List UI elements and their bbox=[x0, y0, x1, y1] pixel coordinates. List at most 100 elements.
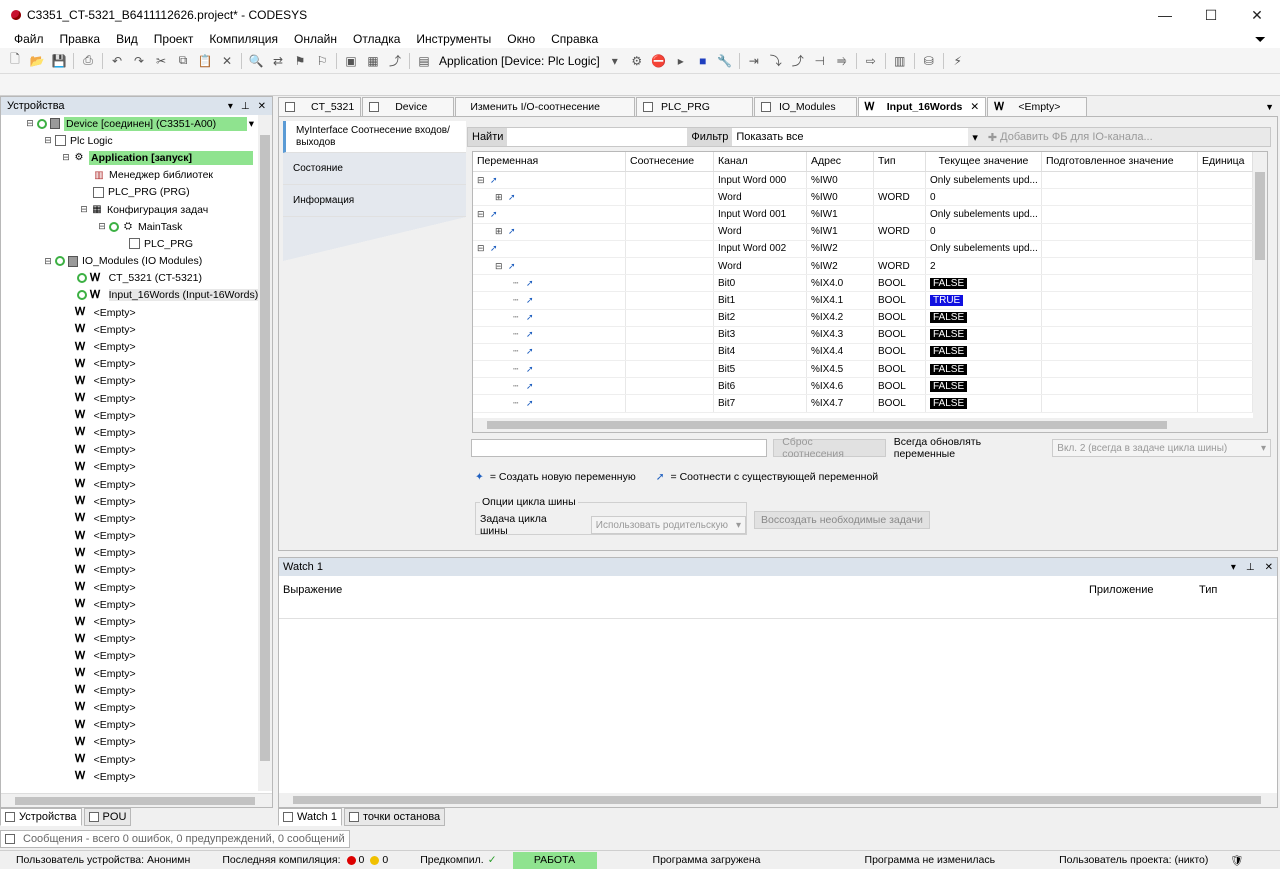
tree-item-empty-slot[interactable]: Ꮃ <Empty> bbox=[1, 717, 272, 734]
maximize-button[interactable]: ☐ bbox=[1188, 0, 1234, 30]
redo-icon[interactable]: ↷ bbox=[130, 52, 148, 70]
table-row[interactable]: ┄ ➚ Bit4 %IX4.4 BOOL FALSE bbox=[473, 343, 1267, 362]
panel-close-icon[interactable]: ✕ bbox=[258, 101, 266, 112]
new-file-icon[interactable]: 🗋 bbox=[6, 52, 24, 70]
run-to-cursor-icon[interactable]: ⥤ bbox=[833, 52, 851, 70]
col-type[interactable]: Тип bbox=[874, 152, 926, 171]
undo-icon[interactable]: ↶ bbox=[108, 52, 126, 70]
add-fb-button[interactable]: ✚ Добавить ФБ для IO-канала... bbox=[982, 131, 1159, 144]
table-row[interactable]: ⊞ ➚ Word %IW1 WORD 0 bbox=[473, 223, 1267, 241]
mapping-cell[interactable] bbox=[626, 395, 714, 412]
force-icon[interactable]: ▥ bbox=[891, 52, 909, 70]
filter-select[interactable]: Показать все bbox=[732, 128, 969, 146]
table-row[interactable]: ┄ ➚ Bit0 %IX4.0 BOOL FALSE bbox=[473, 275, 1267, 293]
tab-devices[interactable]: Устройства bbox=[0, 808, 82, 826]
prepared-value-cell[interactable] bbox=[1042, 361, 1198, 378]
expand-icon[interactable]: ⊞ bbox=[495, 226, 505, 237]
pin-icon[interactable]: ⊥ bbox=[241, 101, 250, 112]
grid-vertical-scrollbar[interactable] bbox=[1253, 152, 1267, 418]
minimize-button[interactable]: — bbox=[1142, 0, 1188, 30]
tree-item-empty-slot[interactable]: Ꮃ <Empty> bbox=[1, 613, 272, 630]
table-row[interactable]: ┄ ➚ Bit1 %IX4.1 BOOL TRUE bbox=[473, 292, 1267, 310]
cut-icon[interactable]: ✂ bbox=[152, 52, 170, 70]
replace-icon[interactable]: ⇄ bbox=[269, 52, 287, 70]
collapse-icon[interactable]: ⊟ bbox=[495, 261, 505, 272]
menu-tools[interactable]: Инструменты bbox=[408, 32, 499, 46]
prepared-value-cell[interactable] bbox=[1042, 395, 1198, 412]
tree-item-empty-slot[interactable]: Ꮃ <Empty> bbox=[1, 596, 272, 613]
side-nav-information[interactable]: Информация bbox=[283, 185, 466, 217]
table-row[interactable]: ┄ ➚ Bit6 %IX4.6 BOOL FALSE bbox=[473, 378, 1267, 396]
variable-cell[interactable]: ┄ ➚ bbox=[473, 292, 626, 309]
export-icon[interactable]: ⤴ bbox=[386, 52, 404, 70]
tab-plc-prg[interactable]: PLC_PRG bbox=[635, 97, 753, 116]
collapse-icon[interactable]: ⊟ bbox=[43, 135, 53, 146]
tree-item-application[interactable]: ⊟ ⚙ Application [запуск] bbox=[1, 149, 272, 166]
side-nav-status[interactable]: Состояние bbox=[283, 153, 466, 185]
panel-menu-icon[interactable]: ▾ bbox=[1231, 562, 1236, 573]
tree-item-empty-slot[interactable]: Ꮃ <Empty> bbox=[1, 528, 272, 545]
prepared-value-cell[interactable] bbox=[1042, 240, 1198, 257]
scrollbar-thumb[interactable] bbox=[260, 135, 270, 761]
mapping-cell[interactable] bbox=[626, 223, 714, 240]
tree-item-empty-slot[interactable]: Ꮃ <Empty> bbox=[1, 424, 272, 441]
tab-device[interactable]: Device bbox=[362, 97, 455, 116]
mapping-cell[interactable] bbox=[626, 206, 714, 223]
recreate-tasks-button[interactable]: Воссоздать необходимые задачи bbox=[754, 511, 930, 529]
prepared-value-cell[interactable] bbox=[1042, 378, 1198, 395]
table-row[interactable]: ⊟ ➚ Input Word 000 %IW0 Only subelements upd… bbox=[473, 172, 1267, 190]
bus-cycle-task-select[interactable]: Использовать родительскую ▾ bbox=[590, 516, 746, 534]
tab-watch-1[interactable]: Watch 1 bbox=[278, 808, 342, 826]
paste-icon[interactable]: 📋 bbox=[196, 52, 214, 70]
pin-icon[interactable]: ⊥ bbox=[1246, 562, 1255, 573]
col-type[interactable]: Тип bbox=[1195, 576, 1275, 618]
prepared-value-cell[interactable] bbox=[1042, 326, 1198, 343]
grid-horizontal-scrollbar[interactable] bbox=[473, 418, 1267, 432]
tree-item-io-modules[interactable]: ⊟ IO_Modules (IO Modules) bbox=[1, 253, 272, 270]
prepared-value-cell[interactable] bbox=[1042, 292, 1198, 309]
variable-cell[interactable]: ⊞ ➚ bbox=[473, 189, 626, 206]
table-row[interactable]: ┄ ➚ Bit2 %IX4.2 BOOL FALSE bbox=[473, 309, 1267, 327]
tree-item-empty-slot[interactable]: Ꮃ <Empty> bbox=[1, 390, 272, 407]
print-icon[interactable]: ⎙ bbox=[79, 52, 97, 70]
devices-vertical-scrollbar[interactable] bbox=[258, 115, 272, 791]
tree-item-ct-5321[interactable]: Ꮃ CT_5321 (CT-5321) bbox=[1, 270, 272, 287]
active-application-label[interactable]: Application [Device: Plc Logic] bbox=[439, 54, 600, 68]
prepared-value-cell[interactable] bbox=[1042, 309, 1198, 326]
login-icon[interactable]: ⚙ bbox=[628, 52, 646, 70]
mapping-cell[interactable] bbox=[626, 275, 714, 292]
write-values-icon[interactable]: ⇨ bbox=[862, 52, 880, 70]
panel-menu-icon[interactable]: ▾ bbox=[228, 101, 233, 112]
table-row[interactable]: ⊟ ➚ Input Word 001 %IW1 Only subelements upd… bbox=[473, 206, 1267, 224]
cart-icon[interactable]: ⛁ bbox=[920, 52, 938, 70]
tab-ct-5321[interactable]: CT_5321 bbox=[278, 97, 362, 116]
tree-item-library-manager[interactable]: ▥ Менеджер библиотек bbox=[1, 167, 272, 184]
col-mapping[interactable]: Соотнесение bbox=[626, 152, 714, 171]
scrollbar-thumb[interactable] bbox=[1255, 172, 1265, 260]
stop-icon[interactable]: ■ bbox=[694, 52, 712, 70]
prepared-value-cell[interactable] bbox=[1042, 275, 1198, 292]
menu-view[interactable]: Вид bbox=[108, 32, 146, 46]
mapping-cell[interactable] bbox=[626, 326, 714, 343]
chevron-down-icon[interactable]: ▾ bbox=[972, 131, 978, 144]
mapping-cell[interactable] bbox=[626, 189, 714, 206]
find-label[interactable]: Найти bbox=[468, 128, 508, 146]
tree-item-plc-prg[interactable]: PLC_PRG (PRG) bbox=[1, 184, 272, 201]
bookmark-icon[interactable]: ⚑ bbox=[291, 52, 309, 70]
tab-pou[interactable]: POU bbox=[83, 808, 132, 826]
bookmark-next-icon[interactable]: ⚐ bbox=[313, 52, 331, 70]
variable-cell[interactable]: ⊟ ➚ bbox=[473, 206, 626, 223]
mapping-cell[interactable] bbox=[626, 240, 714, 257]
variable-cell[interactable]: ⊟ ➚ bbox=[473, 257, 626, 275]
messages-tab[interactable]: Сообщения - всего 0 ошибок, 0 предупрежд… bbox=[0, 830, 350, 848]
collapse-icon[interactable]: ⊟ bbox=[97, 221, 107, 232]
tree-item-empty-slot[interactable]: Ꮃ <Empty> bbox=[1, 459, 272, 476]
devices-horizontal-scrollbar[interactable] bbox=[1, 793, 272, 807]
tree-item-empty-slot[interactable]: Ꮃ <Empty> bbox=[1, 493, 272, 510]
tree-item-empty-slot[interactable]: Ꮃ <Empty> bbox=[1, 734, 272, 751]
close-button[interactable]: ✕ bbox=[1234, 0, 1280, 30]
variable-cell[interactable]: ┄ ➚ bbox=[473, 309, 626, 326]
scrollbar-thumb[interactable] bbox=[293, 796, 1261, 804]
find-input[interactable] bbox=[507, 128, 688, 146]
mapping-text-field[interactable] bbox=[471, 439, 768, 457]
